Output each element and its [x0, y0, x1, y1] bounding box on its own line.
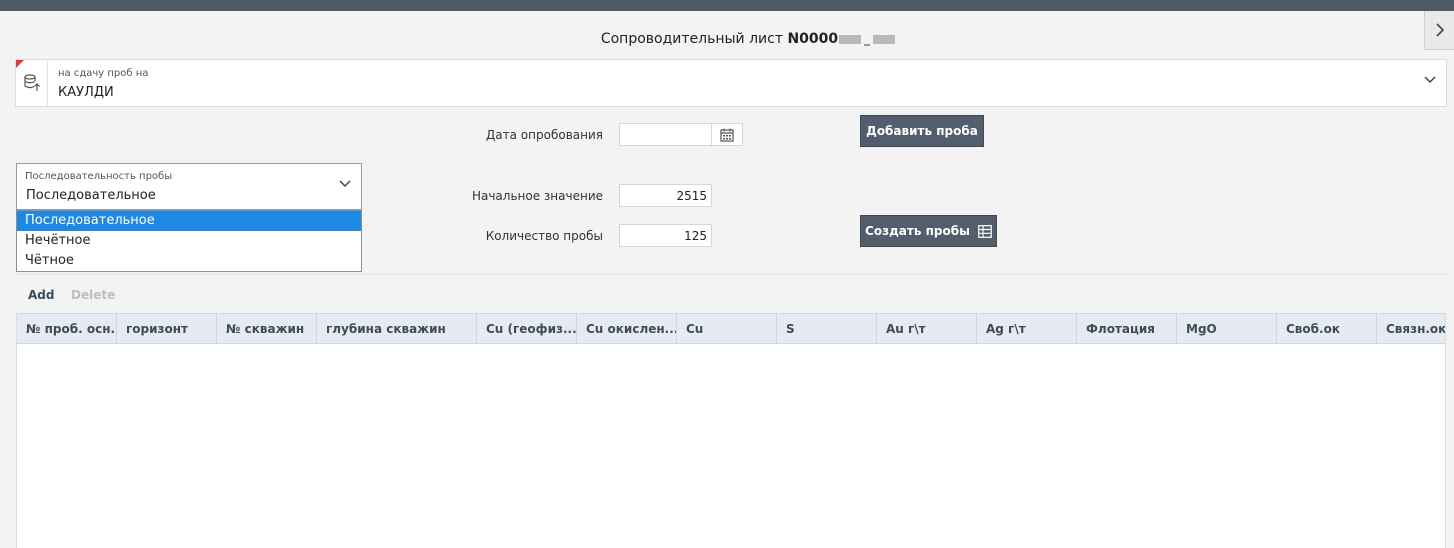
calendar-icon [720, 128, 734, 142]
redacted-block [839, 34, 862, 44]
date-label: Дата опробования [485, 128, 603, 142]
redacted-block [873, 34, 896, 44]
column-header[interactable]: Cu (геофиз... [477, 314, 577, 343]
document-number: N0000 [787, 31, 839, 47]
calendar-button[interactable] [711, 124, 742, 145]
destination-icon-box [16, 60, 48, 106]
add-sample-button[interactable]: Добавить проба [860, 115, 984, 147]
destination-select[interactable]: на сдачу проб на КАУЛДИ [15, 59, 1447, 107]
sequence-option[interactable]: Чётное [17, 251, 361, 271]
date-input[interactable] [619, 123, 743, 146]
sequence-option[interactable]: Нечётное [17, 231, 361, 251]
column-header[interactable]: № проб. осн... [17, 314, 117, 343]
column-header[interactable]: № скважин [217, 314, 317, 343]
column-header[interactable]: Au г\т [877, 314, 977, 343]
column-header[interactable]: Cu окислен... [577, 314, 677, 343]
destination-label: на сдачу проб на [58, 68, 149, 79]
redacted-underscore [864, 44, 871, 46]
create-samples-button[interactable]: Создать пробы [860, 215, 997, 247]
top-bar [0, 0, 1454, 11]
add-row-button[interactable]: Add [28, 288, 54, 302]
column-header[interactable]: Своб.ок [1277, 314, 1377, 343]
column-header[interactable]: Cu [677, 314, 777, 343]
chevron-down-icon[interactable] [1424, 76, 1436, 84]
delete-row-button[interactable]: Delete [71, 288, 115, 302]
grid-header: № проб. осн... горизонт № скважин глубин… [17, 313, 1445, 344]
sequence-dropdown: Последовательное Нечётное Чётное [16, 210, 362, 272]
sequence-option[interactable]: Последовательное [17, 211, 361, 231]
start-value: 2515 [676, 188, 707, 203]
count-label: Количество пробы [485, 229, 603, 243]
create-samples-label: Создать пробы [865, 224, 970, 238]
sequence-label: Последовательность пробы [25, 171, 173, 182]
sequence-select[interactable]: Последовательность пробы Последовательно… [16, 163, 362, 210]
chevron-down-icon[interactable] [339, 180, 351, 188]
start-value-input[interactable]: 2515 [619, 184, 712, 207]
page-title-prefix: Сопроводительный лист [600, 31, 788, 47]
column-header[interactable]: MgO [1177, 314, 1277, 343]
column-header[interactable]: Связн.ок [1377, 314, 1445, 343]
destination-value: КАУЛДИ [58, 85, 114, 100]
column-header[interactable]: глубина скважин [317, 314, 477, 343]
column-header[interactable]: S [777, 314, 877, 343]
page-title: Сопроводительный лист N0000 [0, 31, 1454, 47]
count-input[interactable]: 125 [619, 224, 712, 247]
table-grid-icon [978, 224, 992, 238]
database-upload-icon [23, 74, 40, 91]
sequence-value: Последовательное [26, 188, 156, 203]
column-header[interactable]: Ag г\т [977, 314, 1077, 343]
samples-grid: № проб. осн... горизонт № скважин глубин… [16, 313, 1446, 548]
column-header[interactable]: горизонт [117, 314, 217, 343]
column-header[interactable]: Флотация [1077, 314, 1177, 343]
start-value-label: Начальное значение [471, 189, 603, 203]
count-value: 125 [684, 228, 707, 243]
section-divider [16, 274, 1446, 275]
